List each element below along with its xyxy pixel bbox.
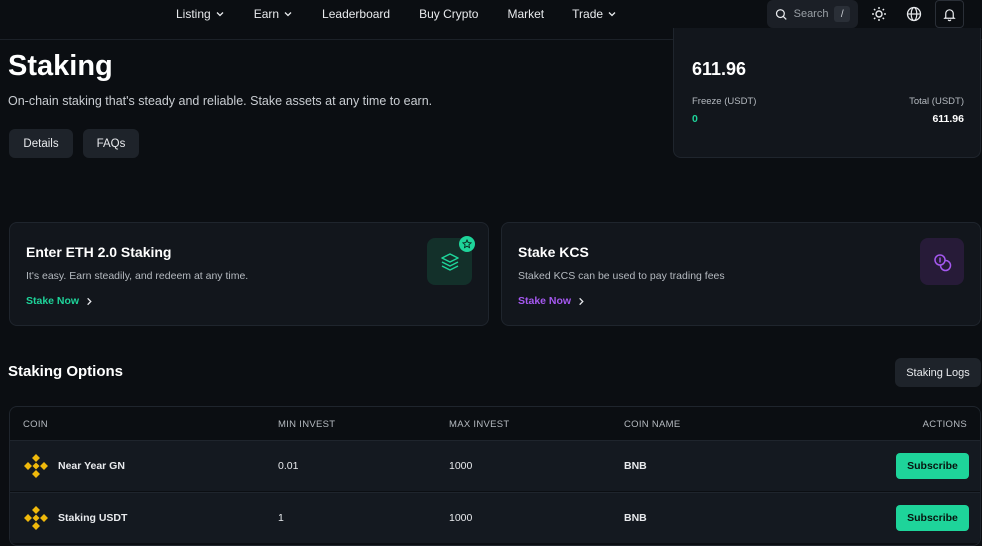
search-box[interactable]: Search / (767, 0, 858, 28)
nav-label: Trade (572, 7, 604, 21)
column-header: COIN (23, 419, 48, 430)
promo-description: Staked KCS can be used to pay trading fe… (518, 270, 725, 282)
column-header: COIN NAME (624, 419, 681, 430)
notifications-button[interactable] (935, 0, 964, 28)
bnb-coin-icon (24, 506, 48, 530)
chevron-right-icon (87, 297, 92, 305)
min-invest: 0.01 (278, 460, 299, 472)
page-subtitle: On-chain staking that's steady and relia… (8, 94, 433, 108)
coin-name: Staking USDT (58, 512, 128, 524)
subscribe-button[interactable]: Subscribe (896, 453, 969, 479)
chevron-down-icon (216, 12, 224, 17)
nav-leaderboard[interactable]: Leaderboard (322, 0, 390, 28)
bell-icon (943, 8, 956, 21)
nav-market[interactable]: Market (507, 0, 544, 28)
column-header: ACTIONS (922, 419, 967, 430)
promo-title: Enter ETH 2.0 Staking (26, 244, 172, 260)
nav-label: Earn (253, 7, 280, 21)
freeze-value: 0 (692, 113, 698, 125)
nav-label: Listing (176, 7, 211, 21)
table-row: Near Year GN 0.01 1000 BNB Subscribe (10, 440, 980, 491)
subscribe-button[interactable]: Subscribe (896, 505, 969, 531)
sun-icon (872, 7, 886, 21)
search-shortcut: / (834, 6, 850, 22)
coin-symbol: BNB (624, 512, 647, 524)
promo-card-kcs: Stake KCS Staked KCS can be used to pay … (501, 222, 981, 326)
freeze-label: Freeze (USDT) (692, 96, 757, 107)
language-button[interactable] (902, 2, 926, 26)
stake-now-link[interactable]: Stake Now (26, 295, 93, 307)
min-invest: 1 (278, 512, 284, 524)
nav-buy-crypto[interactable]: Buy Crypto (419, 0, 478, 28)
faqs-button[interactable]: FAQs (83, 129, 139, 158)
column-header: MIN INVEST (278, 419, 336, 430)
details-button[interactable]: Details (9, 129, 73, 158)
main-nav: Listing Earn Leaderboard Buy Crypto Mark… (176, 0, 617, 28)
promo-description: It's easy. Earn steadily, and redeem at … (26, 270, 249, 282)
staking-options-table: COIN MIN INVEST MAX INVEST COIN NAME ACT… (9, 406, 981, 546)
search-label: Search (793, 8, 829, 20)
coin-name: Near Year GN (58, 460, 125, 472)
nav-trade[interactable]: Trade (572, 0, 617, 28)
bnb-coin-icon (24, 454, 48, 478)
total-value: 611.96 (932, 113, 964, 125)
promo-card-eth: Enter ETH 2.0 Staking It's easy. Earn st… (9, 222, 489, 326)
chevron-down-icon (608, 12, 616, 17)
balance-amount: 611.96 (692, 59, 747, 79)
section-title: Staking Options (8, 363, 124, 380)
staking-logs-button[interactable]: Staking Logs (895, 358, 981, 387)
table-row: Staking USDT 1 1000 BNB Subscribe (10, 492, 980, 543)
nav-label: Buy Crypto (419, 7, 479, 21)
coins-icon (920, 238, 964, 285)
nav-label: Leaderboard (322, 7, 391, 21)
column-header: MAX INVEST (449, 419, 510, 430)
stake-now-link[interactable]: Stake Now (518, 295, 585, 307)
chevron-right-icon (579, 297, 584, 305)
total-label: Total (USDT) (909, 96, 964, 107)
max-invest: 1000 (449, 512, 473, 524)
theme-toggle-button[interactable] (867, 2, 891, 26)
chevron-down-icon (284, 12, 292, 17)
search-icon (775, 8, 787, 20)
coin-symbol: BNB (624, 460, 647, 472)
star-badge-icon (459, 236, 475, 252)
promo-title: Stake KCS (518, 244, 589, 260)
nav-earn[interactable]: Earn (254, 0, 293, 28)
stake-now-label: Stake Now (518, 295, 572, 307)
nav-listing[interactable]: Listing (176, 0, 225, 28)
page-title: Staking (8, 50, 113, 82)
globe-icon (906, 6, 922, 22)
balance-card: 611.96 Freeze (USDT) Total (USDT) 0 611.… (673, 28, 981, 158)
stake-now-label: Stake Now (26, 295, 80, 307)
nav-label: Market (507, 7, 545, 21)
max-invest: 1000 (449, 460, 473, 472)
